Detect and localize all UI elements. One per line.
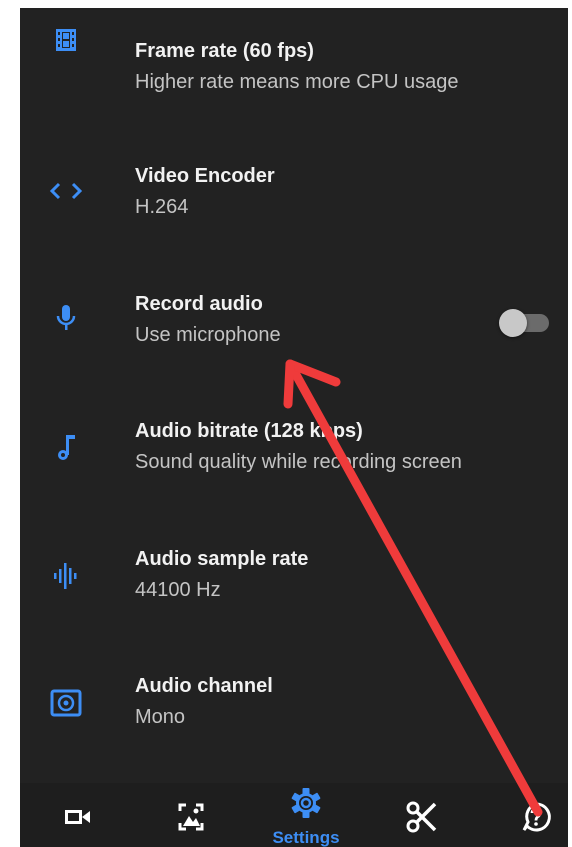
film-strip-icon (48, 22, 84, 58)
video-camera-icon (60, 799, 96, 835)
setting-title: Frame rate (60 fps) (135, 40, 314, 62)
nav-settings-label: Settings (272, 828, 340, 847)
nav-record[interactable] (38, 783, 118, 847)
setting-frame-rate[interactable]: Frame rate (60 fps) Higher rate means mo… (20, 8, 568, 118)
setting-subtitle: Mono (135, 706, 186, 728)
setting-subtitle: Sound quality while recording screen (135, 451, 462, 473)
speaker-icon (48, 685, 84, 721)
toggle-knob (499, 309, 527, 337)
setting-subtitle: Higher rate means more CPU usage (135, 71, 459, 93)
music-note-icon (48, 430, 84, 466)
setting-audio-channel[interactable]: Audio channel Mono (20, 645, 568, 755)
nav-trim[interactable] (382, 783, 462, 847)
setting-title: Audio bitrate (128 kbps) (135, 420, 363, 442)
setting-subtitle: Use microphone (135, 324, 281, 346)
setting-audio-sample-rate[interactable]: Audio sample rate 44100 Hz (20, 518, 568, 628)
setting-title: Video Encoder (135, 165, 275, 187)
setting-video-encoder[interactable]: Video Encoder H.264 (20, 135, 568, 245)
setting-title: Audio channel (135, 675, 273, 697)
setting-subtitle: H.264 (135, 196, 189, 218)
record-audio-toggle[interactable] (497, 307, 551, 339)
help-icon (518, 799, 554, 835)
nav-gallery[interactable] (151, 783, 231, 847)
nav-settings[interactable]: Settings (266, 783, 346, 847)
audio-wave-icon (48, 558, 84, 594)
bottom-nav: Settings (20, 783, 568, 847)
settings-screen: Frame rate (60 fps) Higher rate means mo… (20, 8, 568, 847)
microphone-icon (48, 301, 84, 337)
setting-subtitle: 44100 Hz (135, 579, 221, 601)
setting-title: Record audio (135, 293, 263, 315)
gear-icon (288, 785, 324, 821)
nav-help[interactable] (496, 783, 568, 847)
image-icon (173, 799, 209, 835)
setting-audio-bitrate[interactable]: Audio bitrate (128 kbps) Sound quality w… (20, 390, 568, 500)
code-brackets-icon (48, 173, 84, 209)
scissors-icon (404, 799, 440, 835)
setting-title: Audio sample rate (135, 548, 309, 570)
setting-record-audio[interactable]: Record audio Use microphone (20, 263, 568, 373)
